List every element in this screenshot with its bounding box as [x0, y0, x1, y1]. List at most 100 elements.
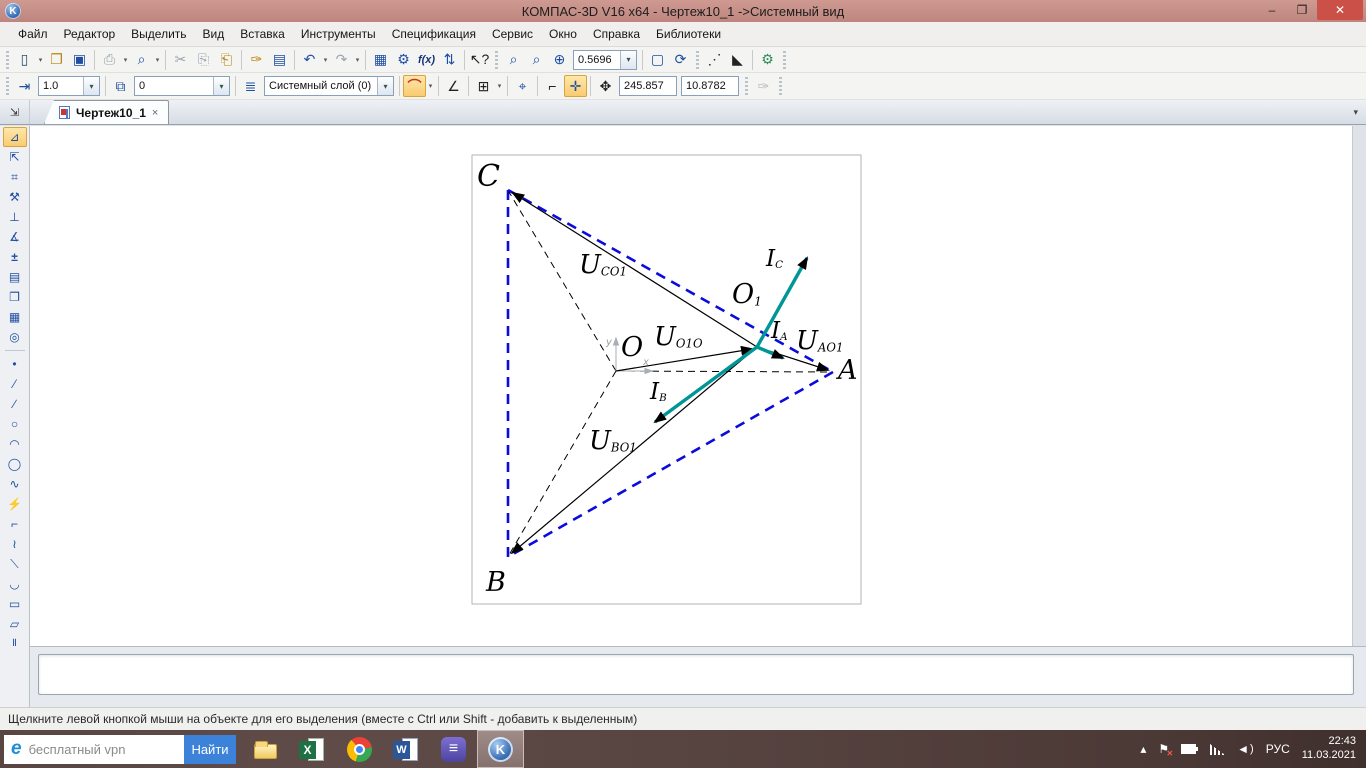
battery-icon[interactable] — [1181, 744, 1198, 754]
minimize-button[interactable]: – — [1257, 0, 1287, 20]
snap-points-icon[interactable]: ⋰ — [703, 49, 726, 71]
refresh-view-icon[interactable]: ⟳ — [669, 49, 692, 71]
word-taskbar-button[interactable] — [383, 730, 430, 768]
library-settings-icon[interactable]: ⚙ — [756, 49, 779, 71]
specification-panel-button[interactable]: ▤ — [3, 267, 27, 287]
menu-insert[interactable]: Вставка — [232, 23, 293, 45]
zoom-area-icon[interactable]: ⌕ — [502, 49, 525, 71]
menu-file[interactable]: Файл — [10, 23, 56, 45]
property-bar-field[interactable] — [38, 654, 1354, 695]
cursor-step-icon[interactable]: ⇥ — [13, 75, 36, 97]
network-icon[interactable] — [1210, 744, 1225, 755]
parametrization-panel-button[interactable]: ⊥ — [3, 207, 27, 227]
paste-icon[interactable]: ⎗ — [215, 49, 238, 71]
rectangle-tool[interactable]: ▭ — [3, 594, 27, 614]
cut-icon[interactable]: ✂ — [169, 49, 192, 71]
action-center-icon[interactable]: ⚑ — [1158, 742, 1169, 756]
views-panel-button[interactable]: ❐ — [3, 287, 27, 307]
zoom-pan-icon[interactable]: ⌕ — [525, 49, 548, 71]
restore-button[interactable]: ❐ — [1287, 0, 1317, 20]
phantom-icon[interactable]: ✑ — [752, 75, 775, 97]
taskbar-search[interactable]: e бесплатный vpn Найти — [4, 735, 236, 764]
redo-icon[interactable]: ↷ — [330, 49, 353, 71]
zoom-in-out-icon[interactable]: ⊕ — [548, 49, 571, 71]
reports-panel-button[interactable]: ▦ — [3, 307, 27, 327]
angle-snap-icon[interactable]: ∠ — [442, 75, 465, 97]
menu-editor[interactable]: Редактор — [56, 23, 124, 45]
snap-magnet-icon[interactable]: ⌒ — [403, 75, 426, 97]
menu-service[interactable]: Сервис — [484, 23, 541, 45]
contour-tool[interactable]: ▱ — [3, 614, 27, 634]
snap-dropdown-icon[interactable]: ▾ — [426, 75, 435, 97]
menu-select[interactable]: Выделить — [123, 23, 194, 45]
menu-tools[interactable]: Инструменты — [293, 23, 384, 45]
drawing-canvas[interactable] — [30, 126, 1352, 646]
y-coordinate-field[interactable]: 10.8782 — [681, 76, 739, 96]
search-button[interactable]: Найти — [184, 735, 236, 764]
object-properties-icon[interactable]: ⚙ — [392, 49, 415, 71]
undo-dropdown-icon[interactable]: ▾ — [321, 49, 330, 71]
undo-icon[interactable]: ↶ — [298, 49, 321, 71]
editing-panel-button[interactable]: ⚒ — [3, 187, 27, 207]
show-sheet-icon[interactable]: ▢ — [646, 49, 669, 71]
polyline-tool[interactable]: ⌐ — [3, 514, 27, 534]
spline-tool[interactable]: ∿ — [3, 474, 27, 494]
menu-libraries[interactable]: Библиотеки — [648, 23, 729, 45]
explorer-taskbar-button[interactable] — [242, 730, 289, 768]
x-coordinate-field[interactable]: 245.857 — [619, 76, 677, 96]
fillet-tool[interactable]: ◡ — [3, 574, 27, 594]
smart-line-tool[interactable]: ⚡ — [3, 494, 27, 514]
tray-expand-icon[interactable]: ▴ — [1140, 742, 1146, 756]
measure-panel-button[interactable]: ∡ — [3, 227, 27, 247]
insert-panel-button[interactable]: ◎ — [3, 327, 27, 347]
copy-properties-icon[interactable]: ✑ — [245, 49, 268, 71]
rounding-icon[interactable]: ✛ — [564, 75, 587, 97]
menu-help[interactable]: Справка — [585, 23, 648, 45]
copies-icon[interactable]: ⧉ — [109, 75, 132, 97]
preview-dropdown-icon[interactable]: ▾ — [153, 49, 162, 71]
clock[interactable]: 22:43 11.03.2021 — [1302, 735, 1356, 763]
copies-combo[interactable]: 0 — [134, 76, 230, 96]
print-dropdown-icon[interactable]: ▾ — [121, 49, 130, 71]
excel-taskbar-button[interactable] — [289, 730, 336, 768]
auxiliary-line-tool[interactable]: ⁄ — [3, 374, 27, 394]
layers-icon[interactable]: ≣ — [239, 75, 262, 97]
geometry-panel-button[interactable]: ⊿ — [3, 127, 27, 147]
grid-icon[interactable]: ⊞ — [472, 75, 495, 97]
volume-icon[interactable]: ◄ — [1237, 742, 1254, 756]
chamfer-tool[interactable]: ⟍ — [3, 554, 27, 574]
new-dropdown-icon[interactable]: ▾ — [36, 49, 45, 71]
halftone-icon[interactable]: ◣ — [726, 49, 749, 71]
grid-dropdown-icon[interactable]: ▾ — [495, 75, 504, 97]
tab-list-dropdown-icon[interactable]: ▾ — [1353, 107, 1358, 118]
layer-combo[interactable]: Системный слой (0) — [264, 76, 394, 96]
chrome-taskbar-button[interactable] — [336, 730, 383, 768]
point-tool[interactable]: • — [3, 354, 27, 374]
context-help-icon[interactable]: ↖? — [468, 49, 491, 71]
pan-mini-icon[interactable]: ⇲ — [0, 100, 30, 124]
print-preview-icon[interactable]: ⌕ — [130, 49, 153, 71]
menu-window[interactable]: Окно — [541, 23, 585, 45]
close-button[interactable]: ✕ — [1317, 0, 1363, 20]
arc-tool[interactable]: ◠ — [3, 434, 27, 454]
ortho-icon[interactable]: ⌐ — [541, 75, 564, 97]
dimensions-panel-button[interactable]: ⇱ — [3, 147, 27, 167]
menu-view[interactable]: Вид — [195, 23, 233, 45]
bezier-tool[interactable]: ≀ — [3, 534, 27, 554]
ellipse-tool[interactable]: ◯ — [3, 454, 27, 474]
designations-panel-button[interactable]: ⌗ — [3, 167, 27, 187]
tab-close-icon[interactable]: × — [152, 107, 158, 119]
zoom-combo[interactable]: 0.5696 — [573, 50, 637, 70]
print-icon[interactable]: ⎙ — [98, 49, 121, 71]
menu-specification[interactable]: Спецификация — [384, 23, 484, 45]
step-combo[interactable]: 1.0 — [38, 76, 100, 96]
coords-icon[interactable]: ✥ — [594, 75, 617, 97]
local-cs-icon[interactable]: ⌖ — [511, 75, 534, 97]
open-document-icon[interactable]: ❐ — [45, 49, 68, 71]
myoffice-taskbar-button[interactable] — [430, 730, 477, 768]
specification-view-icon[interactable]: ▤ — [268, 49, 291, 71]
search-input[interactable]: бесплатный vpn — [29, 742, 184, 757]
fx-icon[interactable]: f(x) — [415, 49, 438, 71]
save-icon[interactable]: ▣ — [68, 49, 91, 71]
renumber-icon[interactable]: ⇅ — [438, 49, 461, 71]
